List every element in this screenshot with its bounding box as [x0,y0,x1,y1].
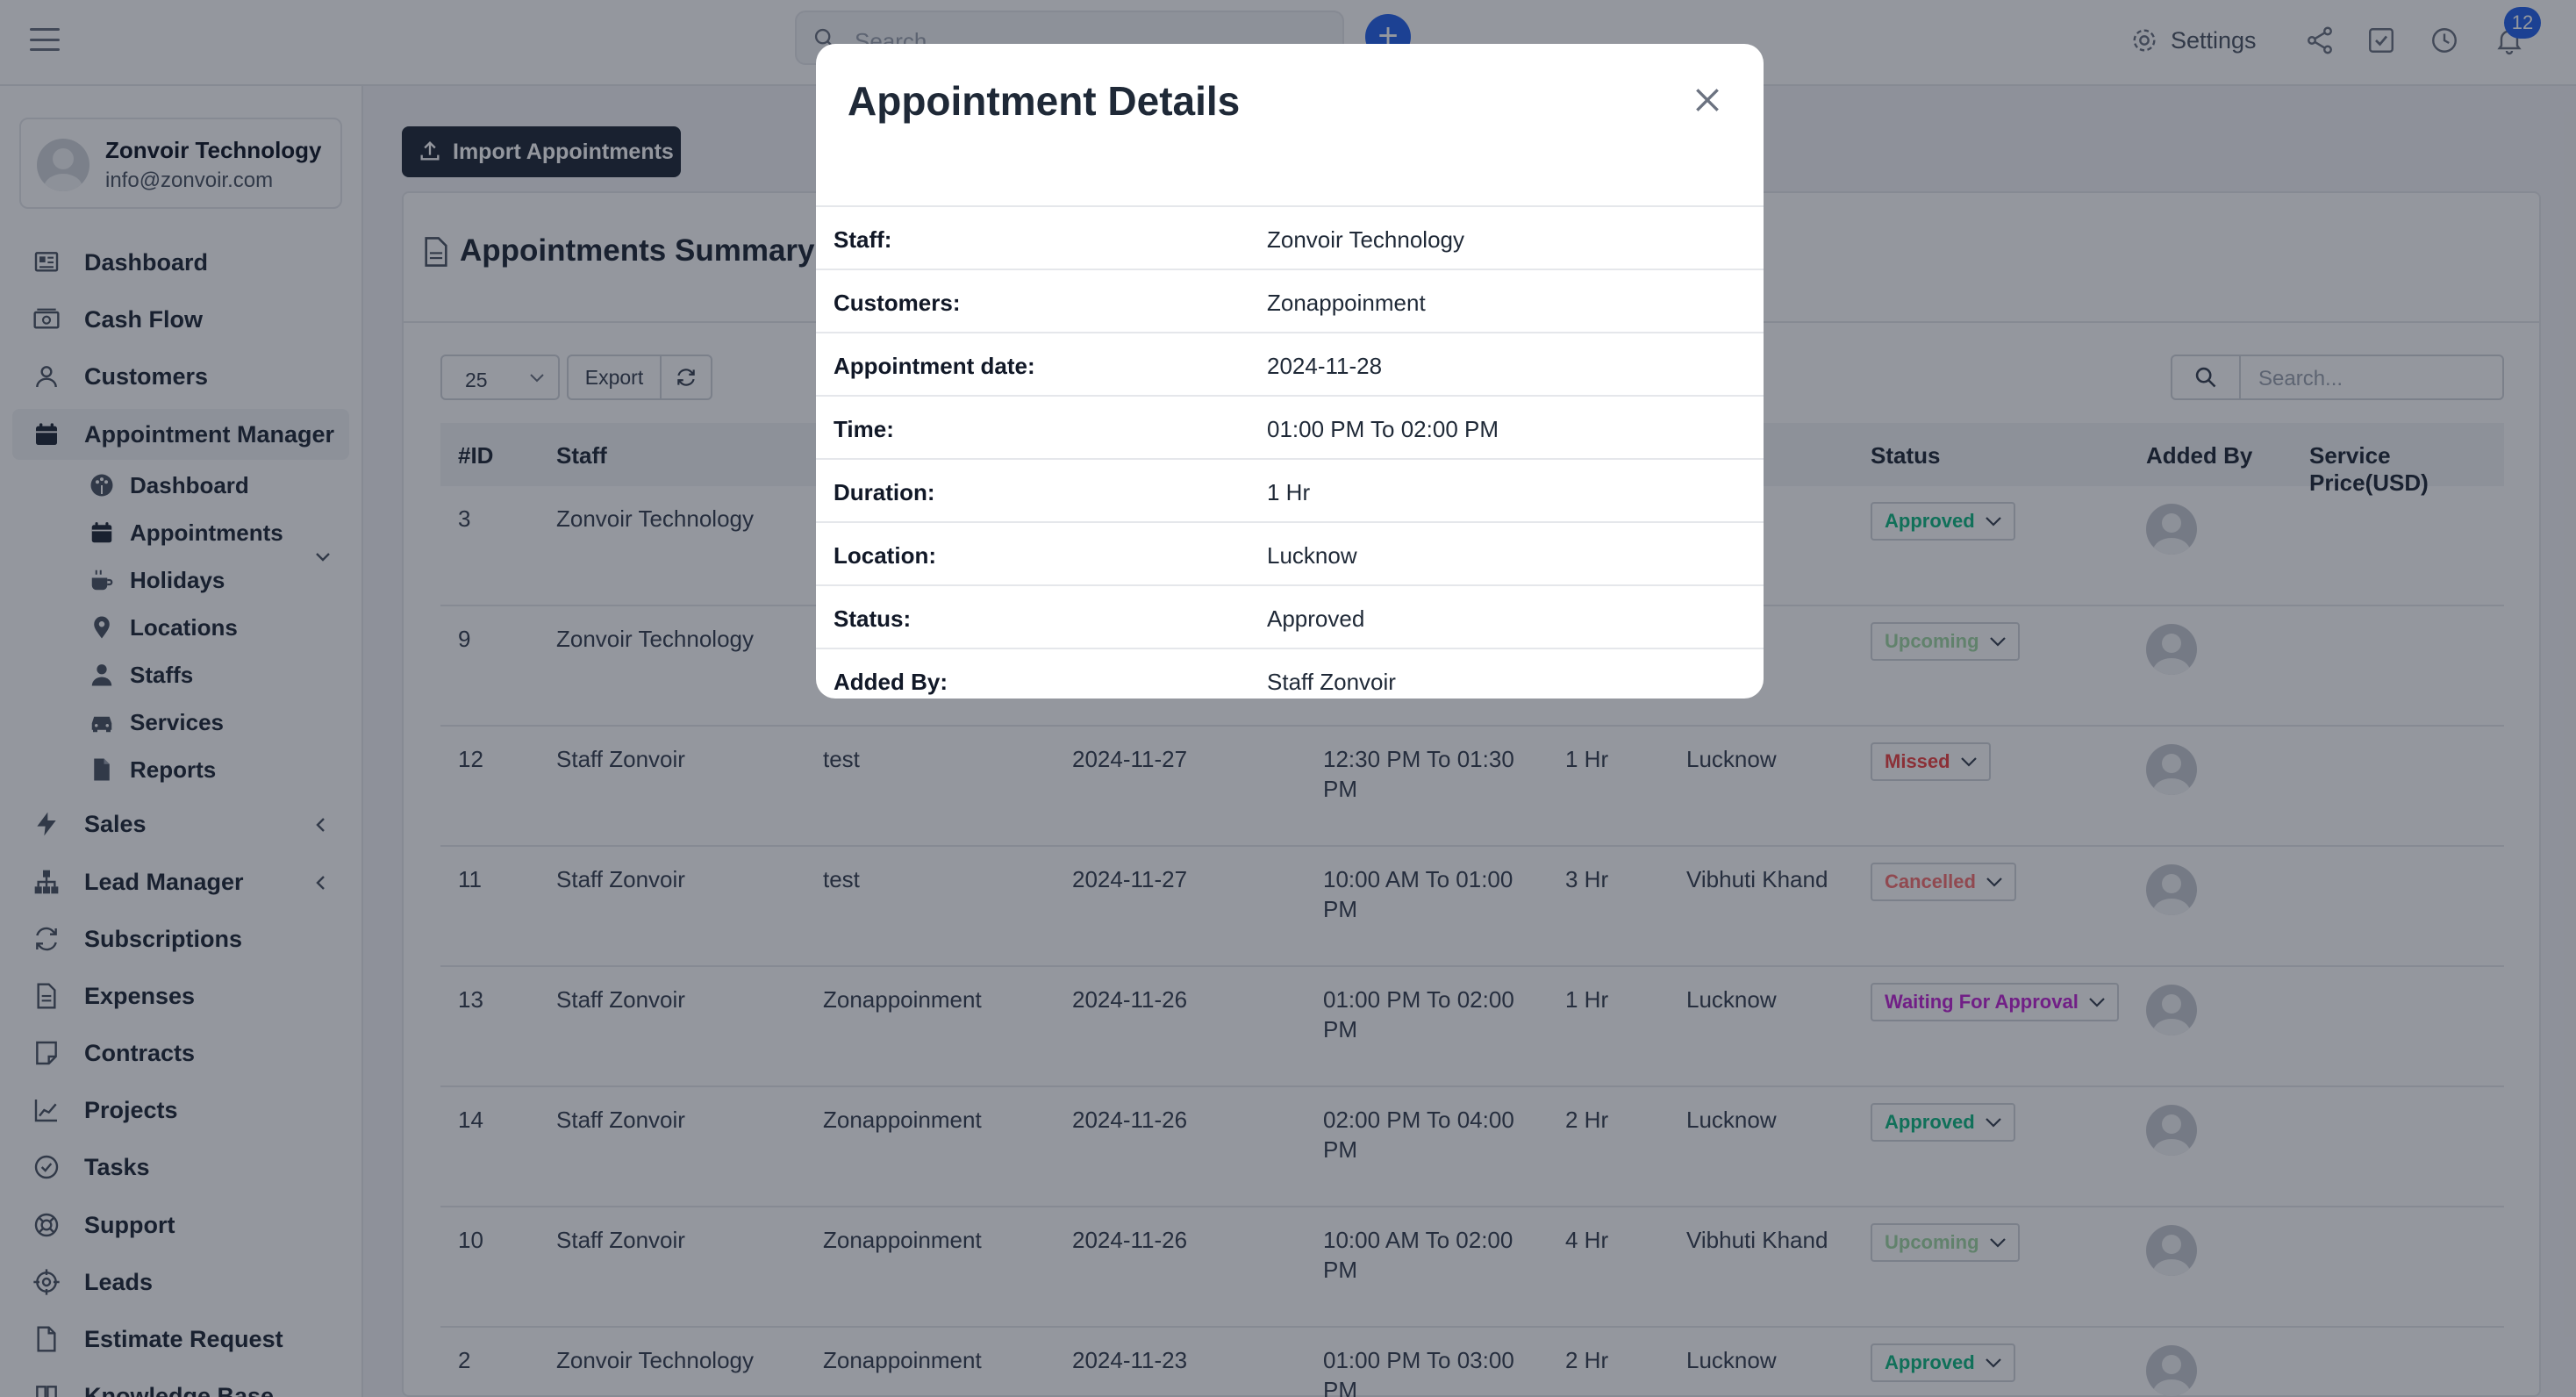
detail-label: Customers: [834,290,960,317]
modal-title: Appointment Details [848,77,1240,125]
detail-row: Time: 01:00 PM To 02:00 PM [816,397,1764,460]
detail-label: Status: [834,605,911,633]
detail-value: Lucknow [1267,542,1357,570]
detail-label: Location: [834,542,936,570]
detail-row: Status: Approved [816,586,1764,649]
detail-value: Staff Zonvoir [1267,669,1396,696]
detail-value: 01:00 PM To 02:00 PM [1267,416,1499,443]
detail-label: Duration: [834,479,935,506]
detail-row: Appointment date: 2024-11-28 [816,333,1764,397]
detail-value: 1 Hr [1267,479,1310,506]
detail-label: Time: [834,416,894,443]
close-icon[interactable] [1690,82,1725,118]
detail-value: 2024-11-28 [1267,353,1382,380]
detail-row: Location: Lucknow [816,523,1764,586]
detail-label: Added By: [834,669,948,696]
detail-value: Zonappoinment [1267,290,1426,317]
detail-row: Duration: 1 Hr [816,460,1764,523]
detail-row: Customers: Zonappoinment [816,270,1764,333]
detail-row: Staff: Zonvoir Technology [816,207,1764,270]
detail-row: Added By: Staff Zonvoir [816,649,1764,698]
detail-label: Staff: [834,226,891,254]
detail-label: Appointment date: [834,353,1035,380]
detail-value: Approved [1267,605,1364,633]
detail-value: Zonvoir Technology [1267,226,1464,254]
appointment-details-modal: Appointment Details Staff: Zonvoir Techno… [816,44,1764,698]
